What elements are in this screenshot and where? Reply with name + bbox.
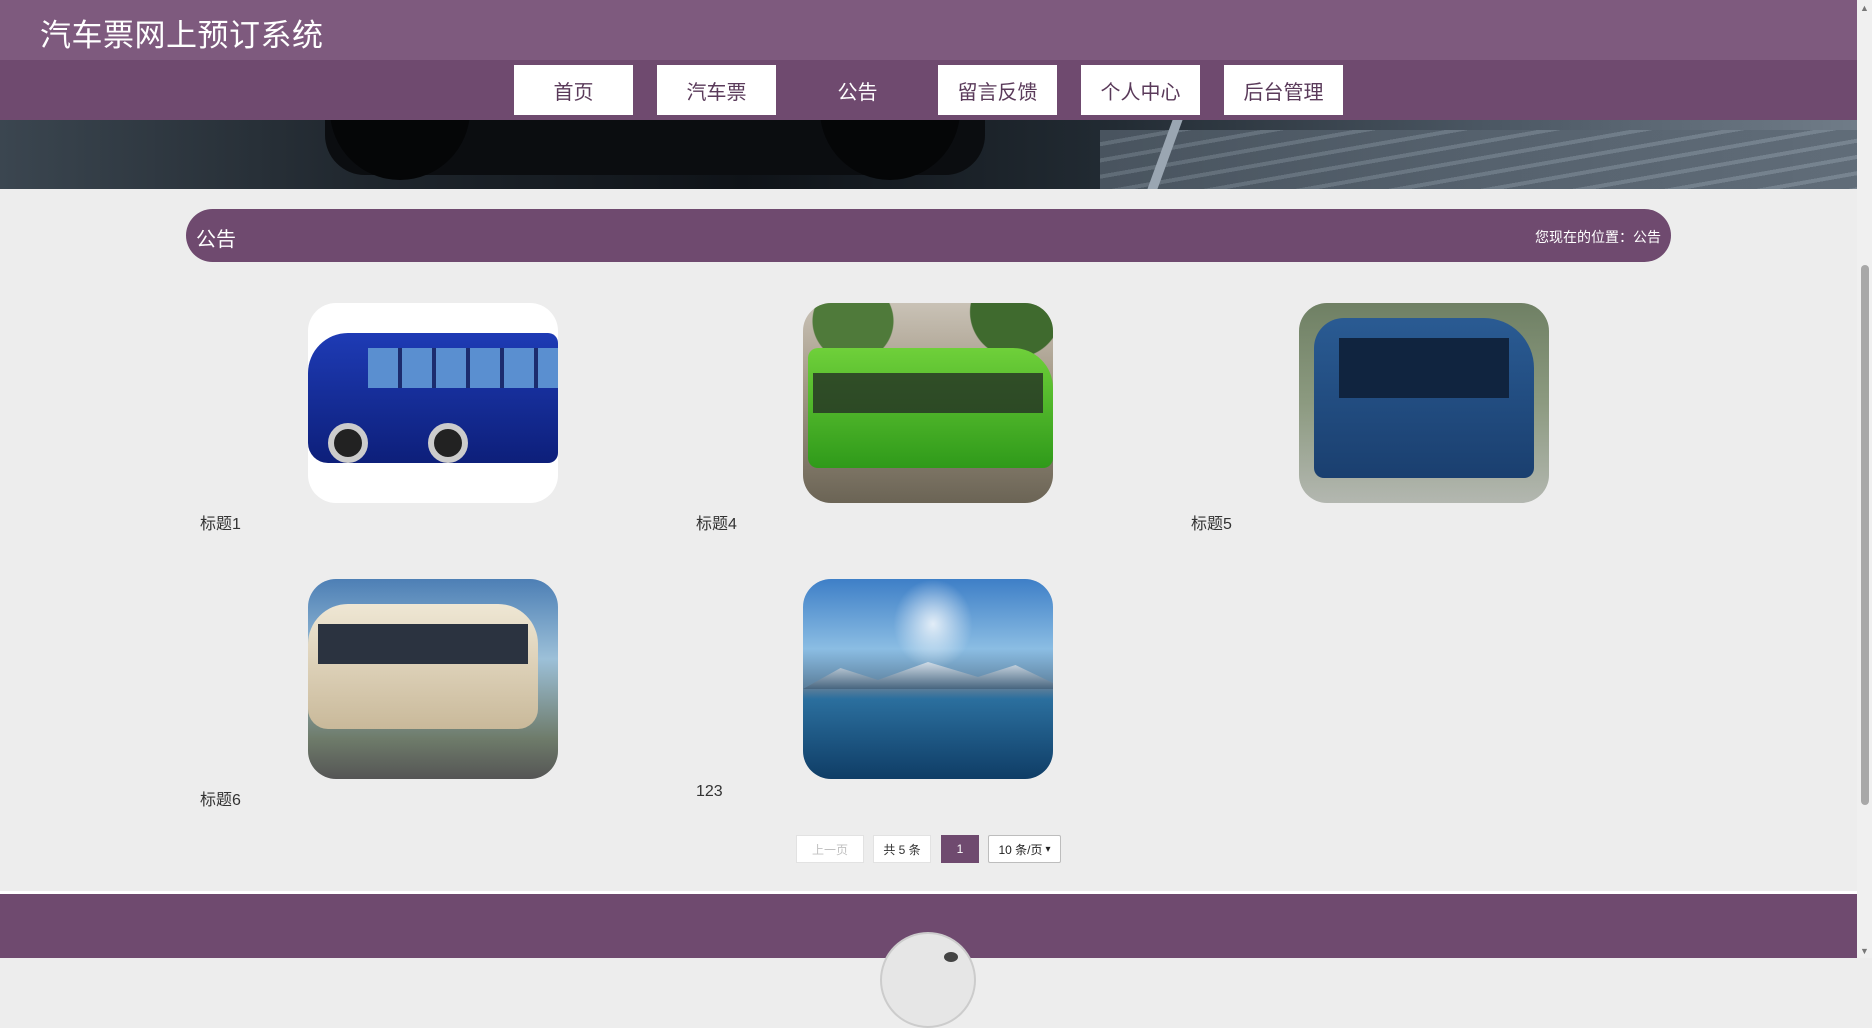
breadcrumb: 您现在的位置：公告 [1535, 229, 1661, 245]
footer-logo [880, 932, 976, 1028]
site-title: 汽车票网上预订系统 [40, 18, 324, 53]
scroll-down-icon[interactable]: ▼ [1857, 943, 1872, 958]
road-markings [1100, 130, 1857, 189]
nav-item-user-center[interactable]: 个人中心 [1081, 65, 1200, 115]
bus-wheel [328, 423, 368, 463]
bus-windows [368, 348, 558, 388]
nav-item-announcements[interactable]: 公告 [798, 65, 917, 115]
bus-shape [308, 604, 538, 729]
banner-image [0, 120, 1857, 189]
bus-wheel [428, 423, 468, 463]
section-header: 公告 您现在的位置：公告 [186, 209, 1671, 262]
chevron-down-icon: ▾ [1045, 843, 1051, 855]
announcement-image[interactable] [803, 579, 1053, 779]
bus-windows [813, 373, 1043, 413]
announcement-image[interactable] [308, 303, 558, 503]
logo-detail [944, 952, 958, 962]
bus-windows [318, 624, 528, 664]
announcement-title[interactable]: 标题4 [696, 510, 737, 534]
prev-page-button[interactable]: 上一页 [796, 835, 864, 863]
total-count: 共 5 条 [873, 835, 931, 863]
page-size-select[interactable]: 10 条/页 ▾ [988, 835, 1061, 863]
announcement-image[interactable] [308, 579, 558, 779]
nav-item-admin[interactable]: 后台管理 [1224, 65, 1343, 115]
nav-item-home[interactable]: 首页 [514, 65, 633, 115]
announcement-image[interactable] [1299, 303, 1549, 503]
announcement-image[interactable] [803, 303, 1053, 503]
announcement-title[interactable]: 标题6 [200, 786, 241, 810]
announcement-title[interactable]: 123 [696, 783, 723, 801]
main-nav [0, 60, 1857, 120]
bus-windows [1339, 338, 1509, 398]
nav-item-bus-tickets[interactable]: 汽车票 [657, 65, 776, 115]
section-title: 公告 [196, 229, 236, 251]
scrollbar-thumb[interactable] [1861, 265, 1869, 805]
clouds [893, 579, 973, 669]
site-header: 汽车票网上预订系统 [0, 0, 1857, 60]
page-size-value: 10 条/页 [998, 842, 1043, 857]
announcement-title[interactable]: 标题5 [1191, 510, 1232, 534]
nav-item-feedback[interactable]: 留言反馈 [938, 65, 1057, 115]
announcement-title[interactable]: 标题1 [200, 510, 241, 534]
mountains [803, 662, 1053, 689]
scroll-up-icon[interactable]: ▲ [1857, 0, 1872, 15]
page-number-button[interactable]: 1 [941, 835, 979, 863]
